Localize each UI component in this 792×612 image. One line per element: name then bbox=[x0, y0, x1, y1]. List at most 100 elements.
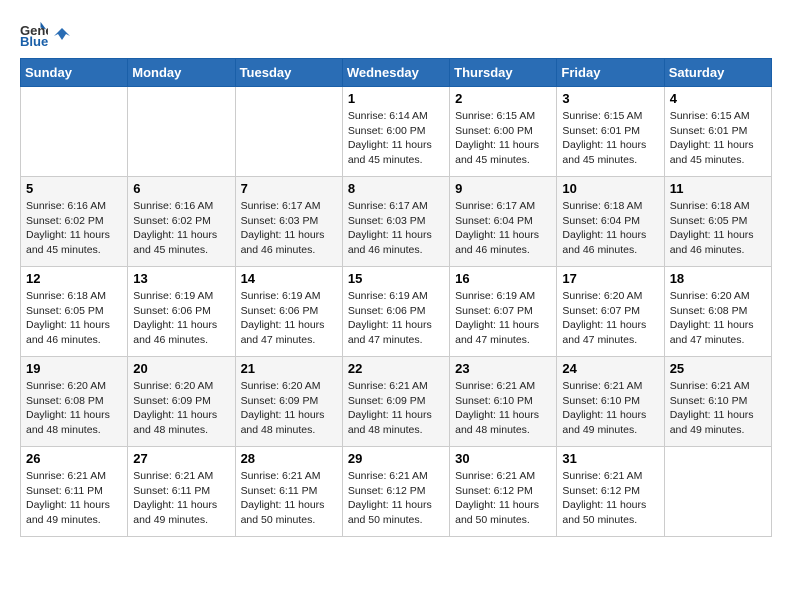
calendar-cell bbox=[235, 87, 342, 177]
calendar-cell: 19 Sunrise: 6:20 AM Sunset: 6:08 PM Dayli… bbox=[21, 357, 128, 447]
day-number: 29 bbox=[348, 451, 444, 466]
cell-info: Sunrise: 6:21 AM Sunset: 6:11 PM Dayligh… bbox=[241, 469, 337, 528]
day-number: 4 bbox=[670, 91, 766, 106]
calendar-cell: 10 Sunrise: 6:18 AM Sunset: 6:04 PM Dayli… bbox=[557, 177, 664, 267]
calendar-cell: 16Sunrise: 6:19 AM Sunset: 6:07 PM Dayli… bbox=[450, 267, 557, 357]
day-number: 7 bbox=[241, 181, 337, 196]
calendar-cell: 8Sunrise: 6:17 AM Sunset: 6:03 PM Daylig… bbox=[342, 177, 449, 267]
day-header-wednesday: Wednesday bbox=[342, 59, 449, 87]
calendar-cell: 5 Sunrise: 6:16 AM Sunset: 6:02 PM Daylig… bbox=[21, 177, 128, 267]
day-number: 2 bbox=[455, 91, 551, 106]
cell-info: Sunrise: 6:21 AM Sunset: 6:12 PM Dayligh… bbox=[455, 469, 551, 528]
logo-bird-icon bbox=[52, 26, 72, 46]
cell-info: Sunrise: 6:21 AM Sunset: 6:11 PM Dayligh… bbox=[133, 469, 229, 528]
day-number: 25 bbox=[670, 361, 766, 376]
cell-info: Sunrise: 6:20 AM Sunset: 6:08 PM Dayligh… bbox=[26, 379, 122, 438]
calendar-cell: 9 Sunrise: 6:17 AM Sunset: 6:04 PM Daylig… bbox=[450, 177, 557, 267]
calendar-cell: 14 Sunrise: 6:19 AM Sunset: 6:06 PM Dayli… bbox=[235, 267, 342, 357]
cell-info: Sunrise: 6:21 AM Sunset: 6:10 PM Dayligh… bbox=[562, 379, 658, 438]
day-number: 18 bbox=[670, 271, 766, 286]
day-header-thursday: Thursday bbox=[450, 59, 557, 87]
day-number: 30 bbox=[455, 451, 551, 466]
cell-info: Sunrise: 6:21 AM Sunset: 6:10 PM Dayligh… bbox=[670, 379, 766, 438]
day-number: 12 bbox=[26, 271, 122, 286]
calendar-cell: 26 Sunrise: 6:21 AM Sunset: 6:11 PM Dayli… bbox=[21, 447, 128, 537]
day-header-saturday: Saturday bbox=[664, 59, 771, 87]
calendar-cell: 7 Sunrise: 6:17 AM Sunset: 6:03 PM Daylig… bbox=[235, 177, 342, 267]
cell-info: Sunrise: 6:19 AM Sunset: 6:06 PM Dayligh… bbox=[348, 289, 444, 348]
day-number: 8 bbox=[348, 181, 444, 196]
cell-info: Sunrise: 6:20 AM Sunset: 6:08 PM Dayligh… bbox=[670, 289, 766, 348]
day-header-friday: Friday bbox=[557, 59, 664, 87]
days-header-row: SundayMondayTuesdayWednesdayThursdayFrid… bbox=[21, 59, 772, 87]
cell-info: Sunrise: 6:21 AM Sunset: 6:10 PM Dayligh… bbox=[455, 379, 551, 438]
calendar-cell bbox=[21, 87, 128, 177]
day-number: 5 bbox=[26, 181, 122, 196]
calendar-cell: 30 Sunrise: 6:21 AM Sunset: 6:12 PM Dayli… bbox=[450, 447, 557, 537]
cell-info: Sunrise: 6:19 AM Sunset: 6:06 PM Dayligh… bbox=[133, 289, 229, 348]
cell-info: Sunrise: 6:17 AM Sunset: 6:04 PM Dayligh… bbox=[455, 199, 551, 258]
cell-info: Sunrise: 6:21 AM Sunset: 6:12 PM Dayligh… bbox=[348, 469, 444, 528]
cell-info: Sunrise: 6:21 AM Sunset: 6:12 PM Dayligh… bbox=[562, 469, 658, 528]
cell-info: Sunrise: 6:18 AM Sunset: 6:04 PM Dayligh… bbox=[562, 199, 658, 258]
day-number: 19 bbox=[26, 361, 122, 376]
week-row-3: 12 Sunrise: 6:18 AM Sunset: 6:05 PM Dayli… bbox=[21, 267, 772, 357]
day-number: 27 bbox=[133, 451, 229, 466]
calendar-cell bbox=[128, 87, 235, 177]
week-row-1: 1 Sunrise: 6:14 AM Sunset: 6:00 PM Daylig… bbox=[21, 87, 772, 177]
cell-info: Sunrise: 6:19 AM Sunset: 6:06 PM Dayligh… bbox=[241, 289, 337, 348]
calendar-cell: 27 Sunrise: 6:21 AM Sunset: 6:11 PM Dayli… bbox=[128, 447, 235, 537]
cell-info: Sunrise: 6:15 AM Sunset: 6:01 PM Dayligh… bbox=[562, 109, 658, 168]
cell-info: Sunrise: 6:16 AM Sunset: 6:02 PM Dayligh… bbox=[133, 199, 229, 258]
day-number: 14 bbox=[241, 271, 337, 286]
calendar-cell: 18 Sunrise: 6:20 AM Sunset: 6:08 PM Dayli… bbox=[664, 267, 771, 357]
cell-info: Sunrise: 6:19 AM Sunset: 6:07 PM Dayligh… bbox=[455, 289, 551, 348]
day-header-sunday: Sunday bbox=[21, 59, 128, 87]
day-number: 26 bbox=[26, 451, 122, 466]
day-number: 22 bbox=[348, 361, 444, 376]
week-row-5: 26 Sunrise: 6:21 AM Sunset: 6:11 PM Dayli… bbox=[21, 447, 772, 537]
day-number: 24 bbox=[562, 361, 658, 376]
calendar-cell: 20 Sunrise: 6:20 AM Sunset: 6:09 PM Dayli… bbox=[128, 357, 235, 447]
week-row-2: 5 Sunrise: 6:16 AM Sunset: 6:02 PM Daylig… bbox=[21, 177, 772, 267]
header: General Blue bbox=[20, 20, 772, 48]
day-number: 6 bbox=[133, 181, 229, 196]
calendar-cell: 3Sunrise: 6:15 AM Sunset: 6:01 PM Daylig… bbox=[557, 87, 664, 177]
cell-info: Sunrise: 6:16 AM Sunset: 6:02 PM Dayligh… bbox=[26, 199, 122, 258]
day-number: 23 bbox=[455, 361, 551, 376]
calendar-cell: 29 Sunrise: 6:21 AM Sunset: 6:12 PM Dayli… bbox=[342, 447, 449, 537]
cell-info: Sunrise: 6:21 AM Sunset: 6:09 PM Dayligh… bbox=[348, 379, 444, 438]
day-number: 10 bbox=[562, 181, 658, 196]
calendar-cell: 1 Sunrise: 6:14 AM Sunset: 6:00 PM Daylig… bbox=[342, 87, 449, 177]
calendar-cell: 13 Sunrise: 6:19 AM Sunset: 6:06 PM Dayli… bbox=[128, 267, 235, 357]
logo-icon: General Blue bbox=[20, 20, 48, 48]
calendar-cell: 21Sunrise: 6:20 AM Sunset: 6:09 PM Dayli… bbox=[235, 357, 342, 447]
cell-info: Sunrise: 6:18 AM Sunset: 6:05 PM Dayligh… bbox=[670, 199, 766, 258]
day-header-monday: Monday bbox=[128, 59, 235, 87]
calendar-cell: 28 Sunrise: 6:21 AM Sunset: 6:11 PM Dayli… bbox=[235, 447, 342, 537]
calendar-cell bbox=[664, 447, 771, 537]
week-row-4: 19 Sunrise: 6:20 AM Sunset: 6:08 PM Dayli… bbox=[21, 357, 772, 447]
cell-info: Sunrise: 6:20 AM Sunset: 6:09 PM Dayligh… bbox=[133, 379, 229, 438]
day-number: 17 bbox=[562, 271, 658, 286]
calendar-cell: 2Sunrise: 6:15 AM Sunset: 6:00 PM Daylig… bbox=[450, 87, 557, 177]
calendar-cell: 31 Sunrise: 6:21 AM Sunset: 6:12 PM Dayli… bbox=[557, 447, 664, 537]
day-number: 20 bbox=[133, 361, 229, 376]
day-number: 9 bbox=[455, 181, 551, 196]
calendar-cell: 22 Sunrise: 6:21 AM Sunset: 6:09 PM Dayli… bbox=[342, 357, 449, 447]
day-header-tuesday: Tuesday bbox=[235, 59, 342, 87]
day-number: 28 bbox=[241, 451, 337, 466]
calendar-cell: 23 Sunrise: 6:21 AM Sunset: 6:10 PM Dayli… bbox=[450, 357, 557, 447]
cell-info: Sunrise: 6:14 AM Sunset: 6:00 PM Dayligh… bbox=[348, 109, 444, 168]
calendar-table: SundayMondayTuesdayWednesdayThursdayFrid… bbox=[20, 58, 772, 537]
day-number: 1 bbox=[348, 91, 444, 106]
cell-info: Sunrise: 6:21 AM Sunset: 6:11 PM Dayligh… bbox=[26, 469, 122, 528]
day-number: 31 bbox=[562, 451, 658, 466]
cell-info: Sunrise: 6:17 AM Sunset: 6:03 PM Dayligh… bbox=[241, 199, 337, 258]
day-number: 13 bbox=[133, 271, 229, 286]
cell-info: Sunrise: 6:20 AM Sunset: 6:09 PM Dayligh… bbox=[241, 379, 337, 438]
svg-text:Blue: Blue bbox=[20, 34, 48, 48]
cell-info: Sunrise: 6:18 AM Sunset: 6:05 PM Dayligh… bbox=[26, 289, 122, 348]
calendar-cell: 17Sunrise: 6:20 AM Sunset: 6:07 PM Dayli… bbox=[557, 267, 664, 357]
calendar-cell: 4Sunrise: 6:15 AM Sunset: 6:01 PM Daylig… bbox=[664, 87, 771, 177]
